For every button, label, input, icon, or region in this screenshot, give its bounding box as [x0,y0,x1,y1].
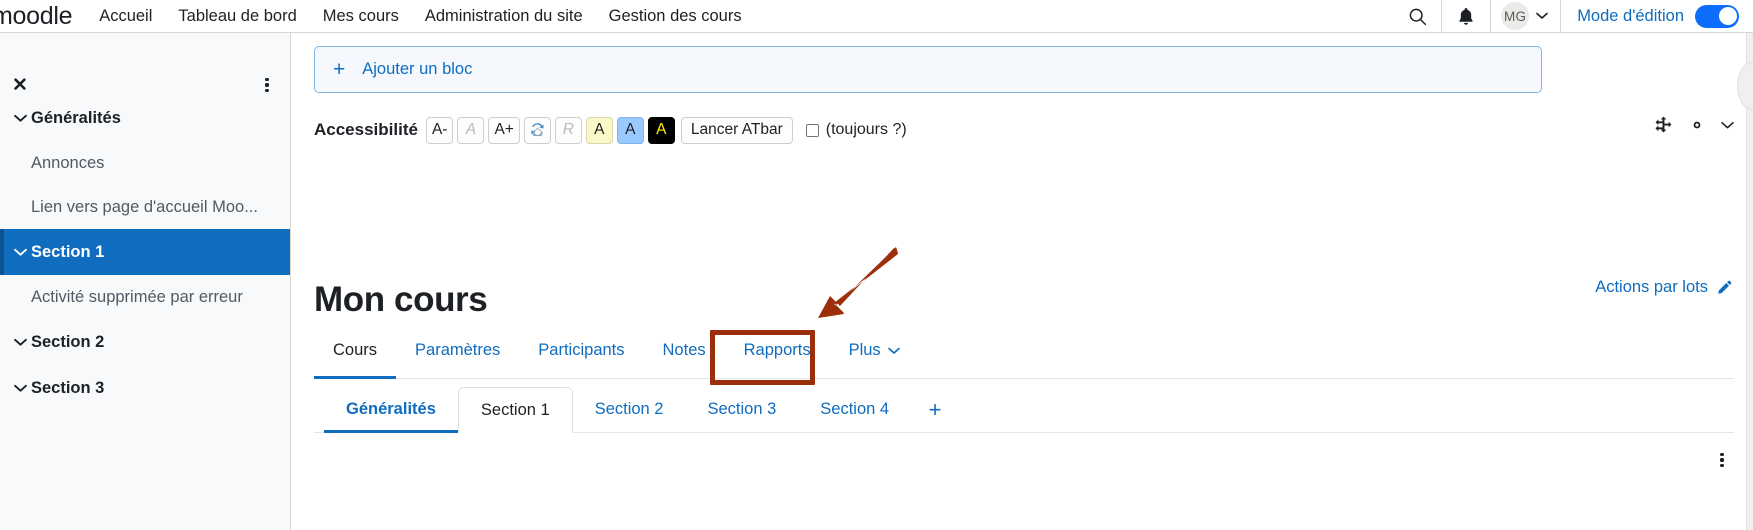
plus-icon: + [333,58,346,81]
block-actions-chevron-button[interactable] [1721,121,1734,130]
nav-item-mes-cours[interactable]: Mes cours [310,0,412,33]
sidebar-section-section-3[interactable]: Section 3 [0,365,290,411]
launch-atbar-button[interactable]: Lancer ATbar [680,116,793,144]
tab-notes[interactable]: Notes [644,323,725,378]
avatar: MG [1501,2,1530,30]
site-header: moodle Accueil Tableau de bord Mes cours… [0,0,1753,33]
edit-mode-label[interactable]: Mode d'édition [1577,7,1684,26]
add-block-label: Ajouter un bloc [362,60,473,78]
block-settings-button[interactable] [1687,115,1707,135]
add-section-button[interactable]: + [911,387,959,432]
chevron-down-icon [9,114,31,123]
accessibility-title: Accessibilité [314,120,418,139]
chevron-down-icon [9,384,31,393]
primary-navigation: Accueil Tableau de bord Mes cours Admini… [86,0,754,33]
sidebar-section-label: Section 1 [31,242,105,261]
section-tab-generalites[interactable]: Généralités [324,387,458,433]
nav-item-gestion-des-cours[interactable]: Gestion des cours [596,0,755,33]
add-block-button[interactable]: + Ajouter un bloc [314,46,1542,93]
main-content: + Ajouter un bloc Accessibilité A- A A+ … [292,33,1753,530]
sidebar-item-annonces[interactable]: Annonces [0,141,290,185]
bell-icon [1459,7,1473,25]
sidebar-section-label: Section 2 [31,332,105,351]
sidebar-section-label: Section 3 [31,378,105,397]
sidebar-item-lien-accueil[interactable]: Lien vers page d'accueil Moo... [0,185,290,229]
tab-plus[interactable]: Plus [830,323,919,378]
tab-plus-label: Plus [848,341,881,359]
color-scheme-blue-button[interactable]: A [616,116,644,144]
tab-parametres[interactable]: Paramètres [396,323,519,378]
tab-cours[interactable]: Cours [314,323,397,379]
pencil-icon [1718,280,1732,294]
annotation-arrow [818,247,898,318]
accessibility-block: Accessibilité A- A A+ R A A A Lancer ATb… [314,105,1734,155]
kebab-menu-icon [1720,452,1724,468]
always-show-label: (toujours ?) [825,121,907,138]
notifications-button[interactable] [1442,0,1490,33]
course-tab-bar: Cours Paramètres Participants Notes Rapp… [314,323,1734,379]
block-actions [1654,115,1734,135]
nav-item-accueil[interactable]: Accueil [86,0,165,33]
sidebar-item-activite-supprimee[interactable]: Activité supprimée par erreur [0,275,290,319]
section-tab-section-2[interactable]: Section 2 [573,387,686,432]
chevron-down-icon [887,347,900,354]
edit-mode-toggle[interactable] [1695,4,1739,28]
move-block-button[interactable] [1654,116,1673,135]
reset-settings-button[interactable] [523,116,551,144]
reset-color-button[interactable]: R [554,116,582,144]
page-title: Mon cours [314,280,488,320]
chevron-down-icon [1721,121,1734,128]
section-tab-section-3[interactable]: Section 3 [685,387,798,432]
nav-item-administration-du-site[interactable]: Administration du site [412,0,596,33]
sidebar-section-section-2[interactable]: Section 2 [0,319,290,365]
chevron-down-icon [9,338,31,347]
tab-rapports[interactable]: Rapports [725,323,830,378]
chevron-down-icon [9,248,31,257]
search-icon [1409,8,1426,25]
sidebar-section-label: Généralités [31,108,121,127]
increase-font-size-button[interactable]: A+ [488,116,520,144]
chevron-down-icon [1536,12,1548,19]
edit-mode-control: Mode d'édition [1561,0,1753,33]
section-tab-section-4[interactable]: Section 4 [798,387,911,432]
always-show-control: (toujours ?) [805,121,907,139]
reset-font-size-button[interactable]: A [457,116,485,144]
course-index-drawer: ✕ Généralités Annonces Lien vers page d'… [0,33,291,530]
nav-item-tableau-de-bord[interactable]: Tableau de bord [165,0,309,33]
decrease-font-size-button[interactable]: A- [425,116,454,144]
section-tab-bar: Généralités Section 1 Section 2 Section … [314,385,1734,433]
bulk-actions-button[interactable]: Actions par lots [1595,278,1732,297]
sidebar-section-section-1[interactable]: Section 1 [0,229,290,275]
course-index-header: ✕ [0,33,290,96]
color-scheme-yellow-button[interactable]: A [585,116,613,144]
section-tab-section-1[interactable]: Section 1 [457,387,573,433]
search-button[interactable] [1393,0,1441,33]
sidebar-section-generalites[interactable]: Généralités [0,95,290,141]
moodle-course-page: moodle Accueil Tableau de bord Mes cours… [0,0,1753,530]
header-actions: MG Mode d'édition [1393,0,1753,33]
gear-icon [1693,121,1701,129]
course-index-list: Généralités Annonces Lien vers page d'ac… [0,95,290,411]
moodle-logo[interactable]: moodle [0,2,86,31]
user-menu-button[interactable]: MG [1491,0,1560,33]
move-icon [1655,116,1672,133]
kebab-menu-icon [265,77,269,93]
color-scheme-black-button[interactable]: A [647,116,675,144]
reset-settings-icon [531,123,544,137]
bulk-actions-label: Actions par lots [1595,278,1708,296]
always-show-checkbox[interactable] [805,123,819,137]
section-menu-button[interactable] [1707,445,1737,475]
tab-participants[interactable]: Participants [519,323,643,378]
